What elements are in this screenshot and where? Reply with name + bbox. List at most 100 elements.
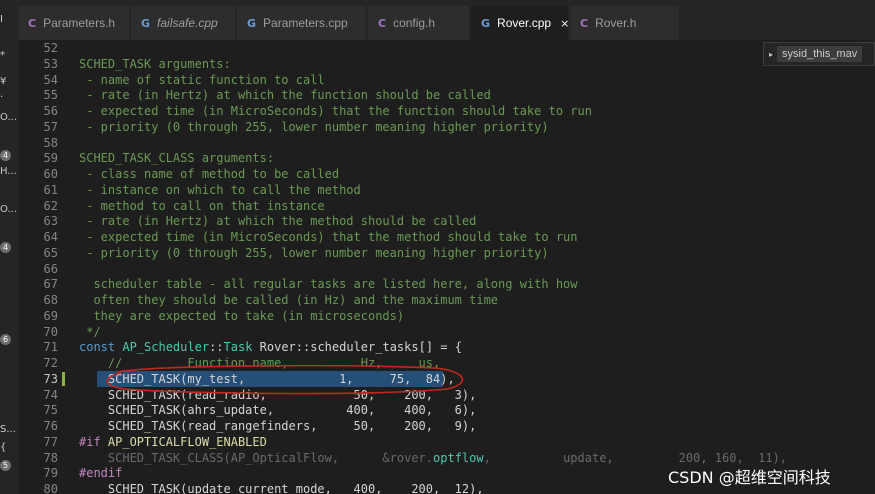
tab-config-h[interactable]: Cconfig.h [368,6,470,40]
line-number: 74 [43,387,58,402]
code-line[interactable]: 56 - expected time (in MicroSeconds) tha… [18,103,875,119]
tab-parameters-h[interactable]: C Parameters.h [18,6,130,40]
code-token: - expected time (in MicroSeconds) that t… [79,104,592,118]
sidebar-badge: 4 [0,150,11,161]
line-number: 64 [43,230,58,244]
code-token: SCHED_TASK_CLASS(AP_OpticalFlow, &rover. [79,450,434,465]
code-text: SCHED_TASK(update_current_mode, 400, 200… [79,481,484,494]
code-text: - class name of method to be called [79,166,339,182]
code-token: - priority (0 through 255, lower number … [79,245,549,260]
code-line[interactable]: 53 SCHED_TASK arguments: [18,56,875,72]
code-text: SCHED_TASK_CLASS arguments: [79,150,274,166]
code-token: */ [79,324,101,339]
code-line[interactable]: 70 */ [18,324,875,340]
sidebar-item[interactable]: Ï [0,14,18,25]
editor-tab-bar: C Parameters.h Gfailsafe.cpp G Parameters.cp… [18,0,875,40]
code-token: SCHED_TASK arguments: [79,56,231,71]
code-token: scheduler table - all regular tasks are … [79,277,578,292]
line-number: 52 [43,41,58,55]
tab-label: config.h [393,16,436,30]
tab-parameters-cpp[interactable]: G Parameters.cpp [237,6,367,40]
tab-rover-cpp[interactable]: G Rover.cpp × [471,6,569,40]
c-file-icon: C [580,16,589,30]
line-number: 73 [43,371,58,386]
line-number: 57 [43,119,58,134]
code-token: - name of static function to call [79,72,325,87]
tab-label: Parameters.cpp [263,16,348,30]
line-number: 54 [43,72,58,87]
code-token: - instance on which to call the method [79,182,361,197]
code-text: often they should be called (in Hz) and … [79,292,498,308]
code-line[interactable]: 73 SCHED_TASK(my_test, 1, 75, 84), [18,371,875,387]
code-token: SCHED_TASK(read_rangefinders, 50, 200, 9… [79,419,477,433]
code-line[interactable]: 63 - rate (in Hertz) at which the method… [18,213,875,229]
code-line[interactable]: 69 they are expected to take (in microse… [18,308,875,324]
code-line[interactable]: 57 - priority (0 through 255, lower numb… [18,119,875,135]
code-editor[interactable]: 52 53 SCHED_TASK arguments: 54 - name of st… [18,40,875,494]
code-line[interactable]: 62 - method to call on that instance [18,198,875,214]
code-line[interactable]: 68 often they should be called (in Hz) a… [18,292,875,308]
line-number: 75 [43,403,58,418]
line-number: 80 [43,482,58,494]
code-text: - instance on which to call the method [79,182,361,198]
code-line[interactable]: 74 SCHED_TASK(read_radio, 50, 200, 3), [18,387,875,403]
code-line[interactable]: 61 - instance on which to call the metho… [18,182,875,198]
line-number: 56 [43,104,58,118]
code-line[interactable]: 52 [18,40,875,56]
code-line[interactable]: 64 - expected time (in MicroSeconds) tha… [18,229,875,245]
sidebar-item[interactable]: H... [0,166,18,177]
sidebar-item[interactable]: { [0,442,18,453]
outline-item-sysid-this-mav[interactable]: sysid_this_mav [777,46,863,62]
code-line[interactable]: 55 - rate (in Hertz) at which the functi… [18,87,875,103]
line-number: 70 [43,324,58,339]
tab-label: Rover.h [595,16,637,30]
line-number: 59 [43,151,58,166]
code-token: SCHED_TASK(update_current_mode, 400, 200… [79,482,484,494]
code-text: they are expected to take (in microsecon… [79,308,404,324]
tab-label: Parameters.h [43,16,116,30]
code-text: - priority (0 through 255, lower number … [79,119,549,135]
code-line[interactable]: 58 [18,135,875,151]
code-line[interactable]: 67 scheduler table - all regular tasks a… [18,276,875,292]
code-line[interactable]: 71 const AP_Scheduler::Task Rover::schedu… [18,339,875,355]
code-token: SCHED_TASK(my_test, 1, 75, 84), [79,371,455,386]
close-tab-icon[interactable]: × [560,17,569,30]
code-token: - priority (0 through 255, lower number … [79,119,549,134]
code-token: SCHED_TASK_CLASS arguments: [79,151,275,166]
code-text: - expected time (in MicroSeconds) that t… [79,229,577,245]
code-text: - priority (0 through 255, lower number … [79,245,549,261]
code-line[interactable]: 54 - name of static function to call [18,72,875,88]
tab-failsafe-cpp[interactable]: Gfailsafe.cpp [131,6,236,40]
line-number: 71 [43,340,58,355]
sidebar-item[interactable]: · [0,92,18,103]
code-line[interactable]: 72 // Function name, Hz, us, [18,355,875,371]
code-line[interactable]: 77 #if AP_OPTICALFLOW_ENABLED [18,434,875,450]
line-number: 63 [43,214,58,229]
line-number: 60 [43,167,58,181]
code-token: Task [223,340,253,355]
code-token: #endif [79,466,123,481]
line-number: 65 [43,245,58,260]
expand-arrow-icon[interactable]: ▸ [769,50,773,59]
c-file-icon: C [28,16,37,30]
code-line[interactable]: 59 SCHED_TASK_CLASS arguments: [18,150,875,166]
sidebar-item[interactable]: ¥ [0,76,18,87]
code-line[interactable]: 65 - priority (0 through 255, lower numb… [18,245,875,261]
line-number: 77 [43,434,58,449]
sidebar-item[interactable]: O... [0,112,18,123]
cpp-file-icon: G [247,16,257,30]
code-line[interactable]: 60 - class name of method to be called [18,166,875,182]
outline-panel[interactable]: ▸ sysid_this_mav [763,42,875,66]
code-token: - rate (in Hertz) at which the function … [79,88,491,103]
sidebar-item[interactable]: * [0,50,18,61]
sidebar-item[interactable]: S... [0,424,18,435]
code-line[interactable]: 75 SCHED_TASK(ahrs_update, 400, 400, 6), [18,402,875,418]
tab-rover-h[interactable]: C Rover.h [570,6,680,40]
code-text: - rate (in Hertz) at which the method sh… [79,213,476,229]
code-line[interactable]: 66 [18,261,875,277]
activity-sidebar: Ï * ¥ · O... 4 H... O... 4 6 S... {5 [0,0,18,494]
watermark-text: CSDN @超维空间科技 [668,468,831,487]
code-line[interactable]: 76 SCHED_TASK(read_rangefinders, 50, 200… [18,418,875,434]
sidebar-item[interactable]: O... [0,204,18,215]
code-token: :: [209,340,224,355]
